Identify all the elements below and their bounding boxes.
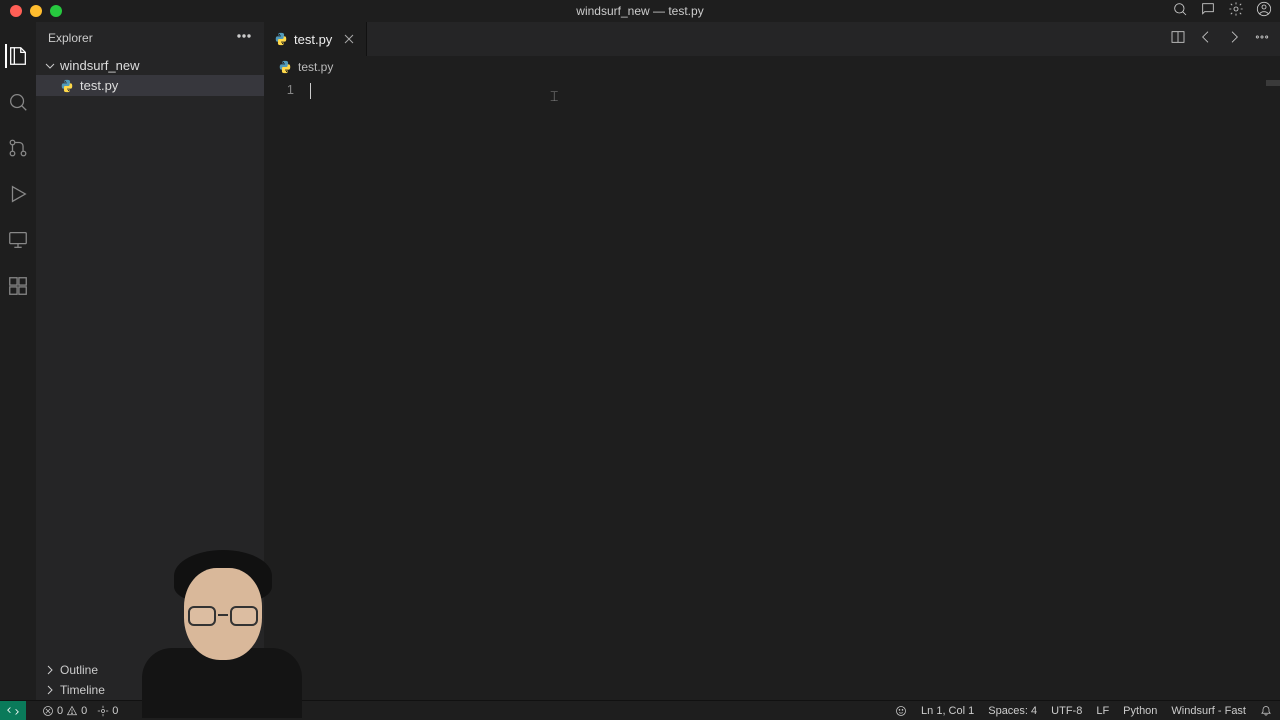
activity-remote[interactable] <box>6 228 30 252</box>
tabs-bar: test.py <box>264 22 1280 56</box>
activity-bar <box>0 22 36 700</box>
activity-explorer[interactable] <box>5 44 29 68</box>
editor-more-icon[interactable] <box>1254 29 1270 50</box>
line-number: 1 <box>264 82 294 97</box>
outline-section[interactable]: Outline <box>36 660 264 680</box>
status-notifications[interactable] <box>1260 705 1272 717</box>
code-editor[interactable]: 1 ⌶ <box>264 78 1280 700</box>
status-language[interactable]: Python <box>1123 705 1157 717</box>
explorer-sidebar: Explorer windsurf_new test.py Outline <box>36 22 264 700</box>
activity-search[interactable] <box>6 90 30 114</box>
activity-source-control[interactable] <box>6 136 30 160</box>
tab-label: test.py <box>294 32 332 47</box>
editor-area: test.py test.py 1 <box>264 22 1280 700</box>
window-title: windsurf_new — test.py <box>576 4 703 18</box>
window-close-button[interactable] <box>10 5 22 17</box>
ports-count: 0 <box>112 705 118 717</box>
chevron-down-icon <box>44 60 56 72</box>
ibeam-cursor-icon: ⌶ <box>550 88 558 105</box>
ports-icon <box>97 705 109 717</box>
breadcrumb[interactable]: test.py <box>264 56 1280 78</box>
status-cursor-position[interactable]: Ln 1, Col 1 <box>921 705 974 717</box>
timeline-section[interactable]: Timeline <box>36 680 264 700</box>
titlebar: windsurf_new — test.py <box>0 0 1280 22</box>
status-encoding[interactable]: UTF-8 <box>1051 705 1082 717</box>
activity-extensions[interactable] <box>6 274 30 298</box>
activity-run-debug[interactable] <box>6 182 30 206</box>
status-ports[interactable]: 0 <box>97 705 118 717</box>
error-icon <box>42 705 54 717</box>
file-item-test-py[interactable]: test.py <box>36 75 264 96</box>
command-palette-icon[interactable] <box>1172 1 1188 22</box>
text-caret <box>310 83 311 99</box>
sidebar-title: Explorer <box>48 31 93 45</box>
chevron-right-icon <box>44 664 56 676</box>
status-problems[interactable]: 0 0 <box>42 705 87 717</box>
status-bar: 0 0 0 Ln 1, Col 1 Spaces: 4 UTF-8 LF Pyt… <box>0 700 1280 720</box>
nav-forward-icon[interactable] <box>1226 29 1242 50</box>
warning-count: 0 <box>81 705 87 717</box>
nav-back-icon[interactable] <box>1198 29 1214 50</box>
smile-icon <box>895 705 907 717</box>
window-maximize-button[interactable] <box>50 5 62 17</box>
bell-icon <box>1260 705 1272 717</box>
settings-icon[interactable] <box>1228 1 1244 22</box>
remote-button[interactable] <box>0 701 26 720</box>
tab-test-py[interactable]: test.py <box>264 22 367 56</box>
status-eol[interactable]: LF <box>1096 705 1109 717</box>
python-file-icon <box>278 60 292 74</box>
line-number-gutter: 1 <box>264 78 310 700</box>
status-feedback[interactable] <box>895 705 907 717</box>
folder-root[interactable]: windsurf_new <box>36 56 264 75</box>
chevron-right-icon <box>44 684 56 696</box>
breadcrumb-file: test.py <box>298 60 333 74</box>
account-icon[interactable] <box>1256 1 1272 22</box>
chat-icon[interactable] <box>1200 1 1216 22</box>
outline-label: Outline <box>60 663 98 677</box>
window-minimize-button[interactable] <box>30 5 42 17</box>
python-file-icon <box>274 32 288 46</box>
warning-icon <box>66 705 78 717</box>
folder-name: windsurf_new <box>60 58 140 73</box>
split-editor-icon[interactable] <box>1170 29 1186 50</box>
status-provider[interactable]: Windsurf - Fast <box>1171 705 1246 717</box>
minimap[interactable] <box>1266 80 1280 86</box>
status-indentation[interactable]: Spaces: 4 <box>988 705 1037 717</box>
error-count: 0 <box>57 705 63 717</box>
timeline-label: Timeline <box>60 683 105 697</box>
tab-close-button[interactable] <box>342 32 356 46</box>
python-file-icon <box>60 79 74 93</box>
sidebar-more-icon[interactable] <box>236 28 252 49</box>
file-label: test.py <box>80 78 118 93</box>
